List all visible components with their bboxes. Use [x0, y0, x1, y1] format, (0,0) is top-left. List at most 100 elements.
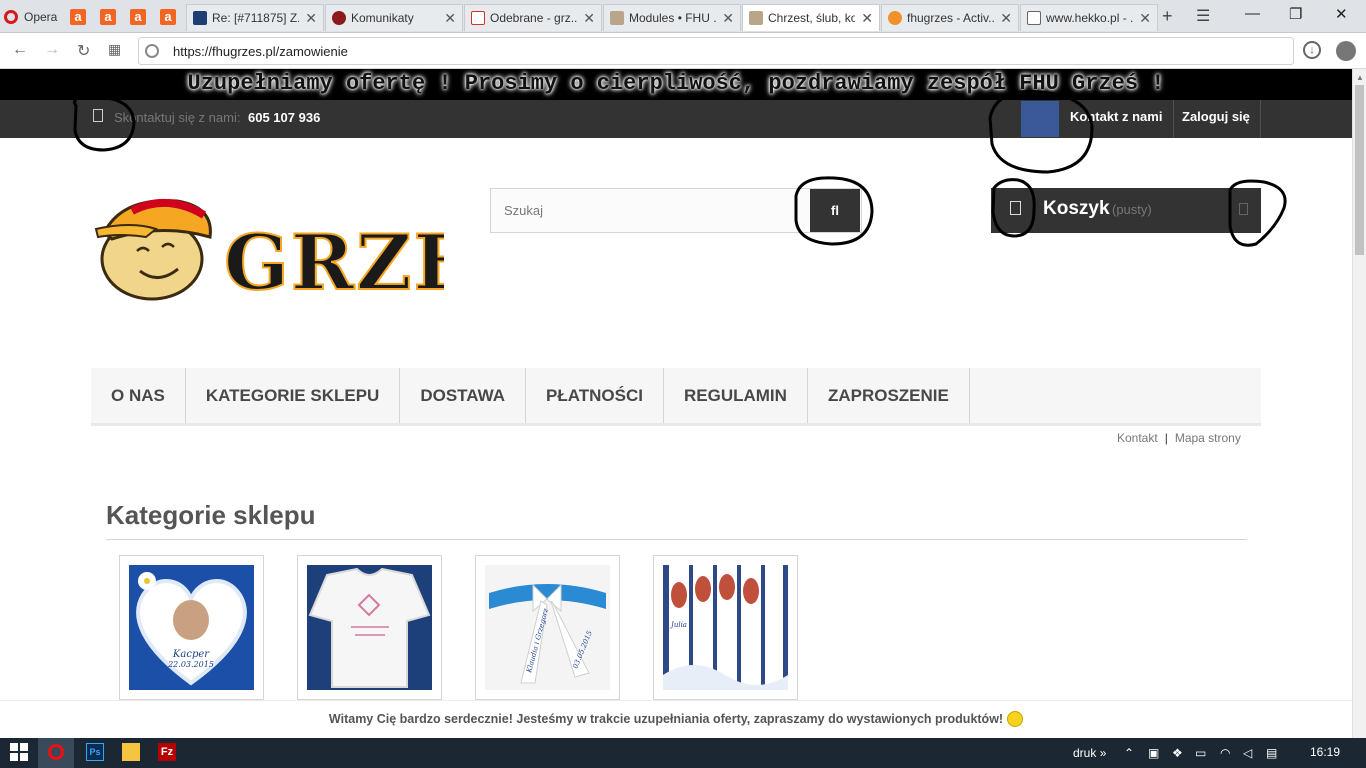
tray-chevron: » — [1099, 746, 1107, 760]
cart-status: (pusty) — [1112, 202, 1152, 217]
category-card[interactable] — [297, 555, 442, 700]
main-menu: O NAS KATEGORIE SKLEPU DOSTAWA PŁATNOŚCI… — [91, 368, 1261, 426]
opera-taskbar-button[interactable] — [38, 738, 74, 768]
menu-item-kategorie[interactable]: KATEGORIE SKLEPU — [186, 368, 401, 423]
search-input[interactable] — [490, 188, 862, 233]
prestashop-favicon-icon — [610, 11, 624, 25]
opera-logo-icon — [4, 9, 18, 24]
windows-taskbar: Ps Fz druk » ⌃ ▣ ❖ ▭ ◠ ◁ ▤ 16:19 — [0, 738, 1366, 768]
scrollbar-thumb[interactable] — [1355, 85, 1364, 255]
close-tab-icon[interactable]: ✕ — [1000, 10, 1012, 27]
cart-block[interactable]: Koszyk (pusty) — [991, 188, 1261, 233]
divider — [1173, 100, 1174, 138]
sitemap-link[interactable]: Mapa strony — [1175, 431, 1241, 445]
restore-icon[interactable]: ❐ — [1289, 5, 1302, 23]
tray-window-icon[interactable]: ▣ — [1148, 746, 1159, 760]
browser-tab[interactable]: Odebrane - grz... ✕ — [464, 4, 602, 31]
tab-title: Chrzest, ślub, ko... — [768, 11, 855, 25]
profile-icon[interactable] — [1336, 41, 1356, 61]
kontakt-link[interactable]: Kontakt — [1117, 431, 1158, 445]
menu-item-dostawa[interactable]: DOSTAWA — [400, 368, 527, 423]
download-icon[interactable]: ↓ — [1303, 41, 1321, 59]
photo-label: Julia — [669, 621, 687, 629]
url-text: https://fhugrzes.pl/zamowienie — [173, 43, 348, 59]
allegro-icon: a — [160, 9, 176, 25]
browser-tab[interactable]: www.hekko.pl - ... ✕ — [1020, 4, 1158, 31]
menu-item-platnosci[interactable]: PŁATNOŚCI — [526, 368, 664, 423]
cart-toggle-icon[interactable] — [1239, 203, 1248, 215]
wifi-icon[interactable]: ◠ — [1220, 746, 1230, 760]
christening-candles-image: Julia — [663, 565, 788, 690]
pinned-tab[interactable]: a — [154, 4, 182, 30]
contact-label: Skontaktuj się z nami: — [114, 110, 241, 125]
login-link[interactable]: Zaloguj się — [1182, 109, 1250, 124]
category-image[interactable]: Kacper 22.03.2015 — [129, 565, 254, 690]
heart-pillow-image: Kacper 22.03.2015 — [129, 565, 254, 690]
category-image[interactable]: Julia — [663, 565, 788, 690]
pinned-tab[interactable]: a — [94, 4, 122, 30]
reload-icon[interactable]: ↻ — [77, 41, 90, 61]
close-window-icon[interactable]: ✕ — [1335, 5, 1348, 23]
categories-heading: Kategorie sklepu — [106, 500, 316, 530]
logo-lettering: GRZEŚ — [224, 217, 444, 303]
windows-start-icon[interactable] — [10, 743, 28, 761]
volume-icon[interactable]: ◁ — [1243, 746, 1252, 760]
menu-item-o-nas[interactable]: O NAS — [91, 368, 186, 423]
pinned-tab[interactable]: a — [64, 4, 92, 30]
close-tab-icon[interactable]: ✕ — [861, 10, 873, 27]
site-info-icon[interactable] — [145, 44, 159, 58]
facebook-icon[interactable] — [1021, 101, 1059, 137]
browser-tab-active[interactable]: Chrzest, ślub, ko... ✕ — [742, 4, 880, 31]
close-tab-icon[interactable]: ✕ — [1139, 10, 1151, 27]
tab-title: fhugrzes - Activ... — [907, 11, 995, 25]
divider — [106, 539, 1247, 540]
scroll-up-icon[interactable]: ▲ — [1356, 73, 1364, 82]
cart-icon — [1010, 201, 1021, 215]
tray-label[interactable]: druk » — [1073, 746, 1106, 760]
filezilla-icon[interactable]: Fz — [158, 743, 176, 761]
close-tab-icon[interactable]: ✕ — [583, 10, 595, 27]
search-button[interactable]: fl — [810, 189, 860, 232]
tab-title: Komunikaty — [351, 11, 414, 25]
battery-icon[interactable]: ▭ — [1195, 746, 1206, 760]
category-card[interactable]: Klaudia i Grzegorz 03.05.2015 — [475, 555, 620, 700]
menu-item-regulamin[interactable]: REGULAMIN — [664, 368, 808, 423]
opera-menu-button[interactable]: Opera — [0, 0, 62, 33]
close-tab-icon[interactable]: ✕ — [444, 10, 456, 27]
browser-tab[interactable]: fhugrzes - Activ... ✕ — [881, 4, 1019, 31]
close-tab-icon[interactable]: ✕ — [722, 10, 734, 27]
divider — [1260, 100, 1261, 138]
forward-icon[interactable]: → — [44, 41, 60, 59]
page-scrollbar[interactable]: ▲ — [1352, 69, 1366, 738]
file-explorer-icon[interactable] — [122, 743, 140, 761]
menu-item-zaproszenie[interactable]: ZAPROSZENIE — [808, 368, 970, 423]
back-icon[interactable]: ← — [12, 41, 28, 59]
browser-tab[interactable]: Re: [#711875] Z... ✕ — [186, 4, 324, 31]
tab-menu-icon[interactable]: ☰ — [1196, 6, 1210, 26]
category-image[interactable] — [307, 565, 432, 690]
contact-link[interactable]: Kontakt z nami — [1070, 109, 1162, 124]
browser-tab[interactable]: Komunikaty ✕ — [325, 4, 463, 31]
notifications-icon[interactable]: ▤ — [1266, 746, 1277, 760]
pinned-tab[interactable]: a — [124, 4, 152, 30]
category-card[interactable]: Julia — [653, 555, 798, 700]
photo-label: Kacper — [172, 649, 210, 660]
speed-dial-icon[interactable]: ▦ — [108, 41, 121, 58]
close-tab-icon[interactable]: ✕ — [305, 10, 317, 27]
minimize-icon[interactable]: — — [1245, 5, 1260, 22]
category-image[interactable]: Klaudia i Grzegorz 03.05.2015 — [485, 565, 610, 690]
browser-tab[interactable]: Modules • FHU ... ✕ — [603, 4, 741, 31]
phone-number[interactable]: 605 107 936 — [248, 110, 320, 125]
photoshop-icon[interactable]: Ps — [86, 743, 104, 761]
tab-title: www.hekko.pl - ... — [1046, 11, 1134, 25]
category-card[interactable]: Kacper 22.03.2015 — [119, 555, 264, 700]
sub-links: Kontakt | Mapa strony — [1117, 431, 1241, 445]
address-bar: ← → ↻ ▦ https://fhugrzes.pl/zamowienie ↓ — [0, 33, 1366, 69]
new-tab-icon[interactable]: + — [1162, 6, 1173, 27]
dropbox-icon[interactable]: ❖ — [1172, 746, 1183, 760]
site-logo[interactable]: GRZEŚ — [92, 193, 529, 308]
url-field[interactable]: https://fhugrzes.pl/zamowienie — [138, 37, 1294, 65]
clock[interactable]: 16:19 — [1310, 745, 1340, 759]
opera-label: Opera — [24, 9, 58, 24]
tray-up-icon[interactable]: ⌃ — [1124, 746, 1134, 760]
